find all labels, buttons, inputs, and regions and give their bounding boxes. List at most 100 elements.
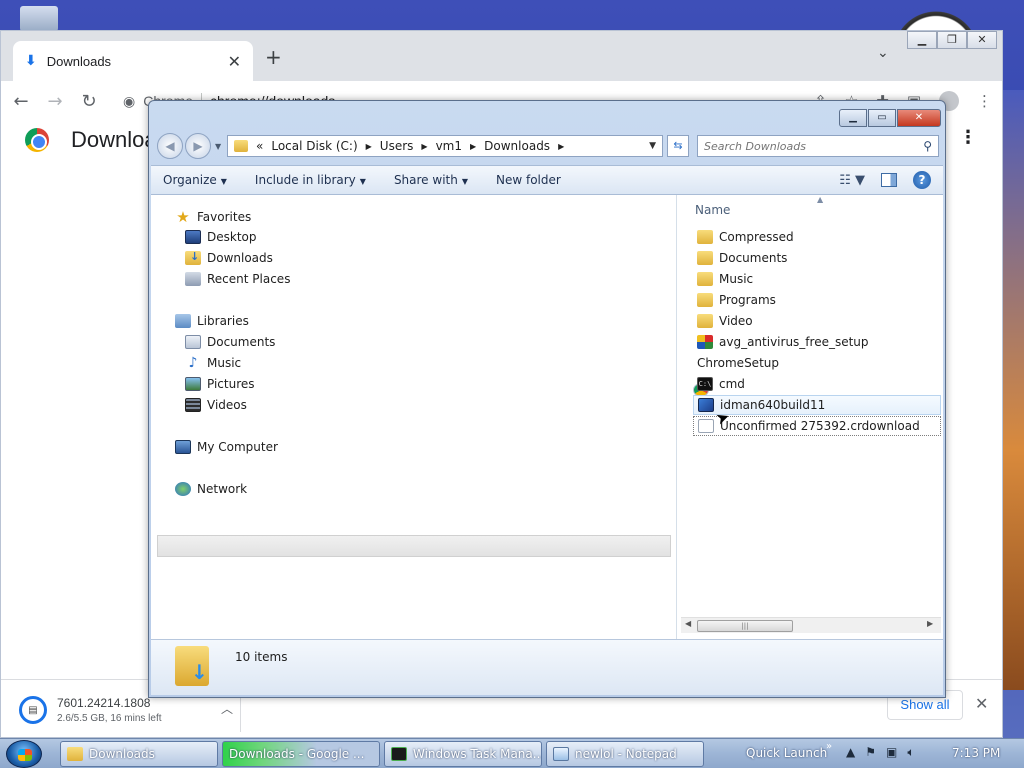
scroll-left-icon[interactable]: ◀ [685, 619, 691, 628]
nav-music[interactable]: ♪ Music [185, 356, 242, 370]
horizontal-scrollbar[interactable]: ◀ ||| ▶ [681, 617, 941, 633]
search-icon[interactable]: ⚲ [923, 139, 932, 153]
nav-label: Downloads [207, 251, 273, 265]
new-tab-button[interactable]: + [265, 45, 282, 69]
site-info-icon[interactable]: ◉ [123, 93, 135, 110]
change-view-icon[interactable]: ☷ ▼ [839, 173, 865, 188]
nav-desktop[interactable]: Desktop [185, 230, 257, 244]
breadcrumb-downloads[interactable]: Downloads [484, 139, 550, 153]
nav-pictures[interactable]: Pictures [185, 377, 255, 391]
maximize-button[interactable]: ▭ [868, 109, 896, 127]
file-name: Compressed [719, 230, 794, 244]
preview-pane-icon[interactable] [881, 173, 897, 187]
back-icon[interactable]: ← [11, 91, 31, 112]
search-input[interactable] [704, 139, 924, 153]
address-dropdown-icon[interactable]: ▼ [649, 141, 656, 151]
scroll-right-icon[interactable]: ▶ [927, 619, 933, 628]
desktop-wallpaper [1003, 90, 1024, 690]
flag-icon[interactable]: ⚑ [865, 745, 876, 760]
chrome-menu-icon[interactable]: ⋮ [977, 92, 992, 110]
file-row[interactable]: Video [693, 311, 941, 331]
network-tray-icon[interactable]: ▣ [886, 745, 897, 760]
shelf-file-name: 7601.24214.1808 [57, 696, 151, 710]
column-header-name[interactable]: Name [695, 203, 730, 217]
share-with-button[interactable]: Share with ▼ [394, 173, 468, 187]
view-controls: ☷ ▼ ? [839, 171, 931, 189]
organize-button[interactable]: Organize ▼ [163, 173, 227, 187]
pictures-icon [185, 377, 201, 391]
file-row[interactable]: Music [693, 269, 941, 289]
close-tab-icon[interactable]: ✕ [228, 52, 241, 71]
nav-label: Libraries [197, 314, 249, 328]
chevron-down-icon: ▼ [220, 177, 227, 186]
forward-icon[interactable]: → [45, 91, 65, 112]
show-hidden-icons-icon[interactable]: ▲ [846, 745, 855, 760]
clock-time[interactable]: 7:13 PM [952, 746, 1000, 760]
tab-search-chevron-icon[interactable]: ⌄ [877, 45, 889, 61]
breadcrumb-local-disk[interactable]: Local Disk (C:) [271, 139, 357, 153]
folder-icon [697, 314, 713, 328]
close-button[interactable]: ✕ [897, 109, 941, 127]
close-shelf-icon[interactable]: ✕ [975, 694, 988, 713]
back-button[interactable]: ◀ [157, 133, 183, 159]
file-row[interactable]: Documents [693, 248, 941, 268]
scrollbar-thumb[interactable]: ||| [697, 620, 793, 632]
breadcrumb-arrow-icon[interactable]: ▶ [558, 142, 564, 151]
file-row[interactable]: avg_antivirus_free_setup [693, 332, 941, 352]
details-pane: 10 items [151, 639, 943, 695]
shelf-file-status: 2.6/5.5 GB, 16 mins left [57, 713, 162, 724]
taskbar-button-chrome[interactable]: Downloads - Google ... [222, 741, 380, 767]
chevron-up-icon[interactable]: ︿ [221, 700, 233, 717]
maximize-button[interactable]: ❐ [937, 31, 967, 49]
nav-favorites[interactable]: ★ Favorites [175, 209, 251, 225]
minimize-button[interactable]: ▁ [839, 109, 867, 127]
new-folder-button[interactable]: New folder [496, 173, 561, 187]
tab-downloads[interactable]: ⬇ Downloads ✕ [13, 41, 253, 81]
breadcrumb-arrow-icon[interactable]: ▶ [421, 142, 427, 151]
navigation-pane: ★ Favorites Desktop Downloads Recent Pla… [151, 195, 677, 639]
include-in-library-button[interactable]: Include in library ▼ [255, 173, 366, 187]
taskbar-button-task-manager[interactable]: Windows Task Mana... [384, 741, 542, 767]
search-box[interactable]: ⚲ [697, 135, 939, 157]
page-menu-icon[interactable]: ⋮ [959, 127, 977, 148]
recent-pages-dropdown-icon[interactable]: ▼ [215, 142, 221, 151]
start-button[interactable] [6, 740, 42, 768]
file-name: Documents [719, 251, 788, 265]
volume-icon[interactable]: 🔈︎ [907, 745, 914, 760]
breadcrumb-arrow-icon[interactable]: ▶ [470, 142, 476, 151]
chevron-right-icon[interactable]: » [826, 741, 832, 752]
breadcrumb-vm1[interactable]: vm1 [436, 139, 462, 153]
help-icon[interactable]: ? [913, 171, 931, 189]
nav-documents[interactable]: Documents [185, 335, 275, 349]
nav-videos[interactable]: Videos [185, 398, 247, 412]
nav-label: Recent Places [207, 272, 291, 286]
file-row[interactable]: Compressed [693, 227, 941, 247]
breadcrumb-arrow-icon[interactable]: ▶ [366, 142, 372, 151]
nav-selection-highlight [157, 535, 671, 557]
close-button[interactable]: ✕ [967, 31, 997, 49]
reload-icon[interactable]: ↻ [79, 91, 99, 112]
download-progress-icon: ▤ [19, 696, 47, 724]
file-row[interactable]: ChromeSetup [693, 353, 941, 397]
file-row[interactable]: C:\ cmd [693, 374, 941, 394]
address-bar[interactable]: « Local Disk (C:) ▶ Users ▶ vm1 ▶ Downlo… [227, 135, 663, 157]
refresh-button[interactable]: ⇆ [667, 135, 689, 157]
folder-icon [697, 272, 713, 286]
nav-network[interactable]: Network [175, 482, 247, 496]
taskbar-button-explorer[interactable]: Downloads [60, 741, 218, 767]
nav-recent-places[interactable]: Recent Places [185, 272, 290, 286]
forward-button[interactable]: ▶ [185, 133, 211, 159]
command-bar: Organize ▼ Include in library ▼ Share with… [151, 165, 943, 195]
nav-downloads[interactable]: Downloads [185, 250, 273, 265]
nav-libraries[interactable]: Libraries [175, 314, 249, 328]
address-overflow[interactable]: « [256, 139, 263, 153]
nav-my-computer[interactable]: My Computer [175, 440, 278, 454]
file-row[interactable]: Programs [693, 290, 941, 310]
tab-title: Downloads [46, 53, 112, 69]
minimize-button[interactable]: ▁ [907, 31, 937, 49]
breadcrumb-users[interactable]: Users [380, 139, 414, 153]
nav-label: Documents [207, 335, 276, 349]
item-count: 10 items [235, 650, 288, 664]
taskbar-button-notepad[interactable]: newlol - Notepad [546, 741, 704, 767]
file-row[interactable]: idman640build11 [693, 395, 941, 415]
